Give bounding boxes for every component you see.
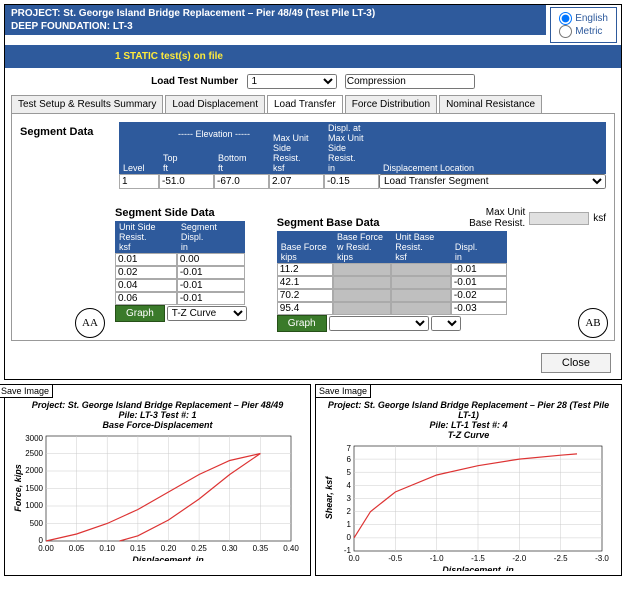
base-graph-select[interactable] <box>329 316 429 331</box>
tab-bar: Test Setup & Results Summary Load Displa… <box>5 95 621 113</box>
chart-right-plot: -101234567 0.0-0.5-1.0-1.5-2.0-2.5-3.0 D… <box>322 441 612 571</box>
svg-text:-3.0: -3.0 <box>595 554 609 563</box>
close-button[interactable]: Close <box>541 353 611 373</box>
svg-text:1000: 1000 <box>25 501 43 510</box>
svg-text:0.00: 0.00 <box>38 544 54 553</box>
top-header: PROJECT: St. George Island Bridge Replac… <box>5 5 621 45</box>
svg-text:0.30: 0.30 <box>222 544 238 553</box>
tab-nominal-resistance[interactable]: Nominal Resistance <box>439 95 542 113</box>
save-image-right[interactable]: Save Image <box>315 384 371 398</box>
base-graph-select-2[interactable] <box>431 316 461 331</box>
svg-text:500: 500 <box>30 519 44 528</box>
base-data-title: Segment Base Data <box>277 217 380 229</box>
svg-text:0.25: 0.25 <box>191 544 207 553</box>
svg-text:0.05: 0.05 <box>69 544 85 553</box>
svg-text:-2.5: -2.5 <box>554 554 568 563</box>
svg-text:6: 6 <box>347 455 352 464</box>
units-english[interactable]: English <box>559 12 608 25</box>
load-test-row: Load Test Number 1 <box>5 68 621 95</box>
load-test-label: Load Test Number <box>151 76 238 87</box>
svg-text:2: 2 <box>347 507 352 516</box>
segment-data-title: Segment Data <box>20 122 115 138</box>
chart-left-plot: 050010001500200025003000 0.000.050.100.1… <box>11 431 301 561</box>
units-metric[interactable]: Metric <box>559 25 608 38</box>
seg-location-select[interactable]: Load Transfer Segment <box>379 174 606 189</box>
svg-text:7: 7 <box>347 444 352 453</box>
base-data-table: Base Forcekips Base Force w Resid.kips U… <box>277 231 507 315</box>
chart-right-title: Project: St. George Island Bridge Replac… <box>322 401 615 441</box>
segment-row: Load Transfer Segment <box>119 174 606 189</box>
svg-text:0.35: 0.35 <box>253 544 269 553</box>
chart-left: Save Image Project: St. George Island Br… <box>4 384 311 576</box>
svg-text:0.20: 0.20 <box>161 544 177 553</box>
max-unit-base-resist: Max Unit Base Resist. ksf <box>465 207 606 229</box>
tab-test-setup[interactable]: Test Setup & Results Summary <box>11 95 163 113</box>
save-image-left[interactable]: Save Image <box>0 384 53 398</box>
svg-text:5: 5 <box>347 468 352 477</box>
max-unit-value <box>529 212 589 225</box>
svg-text:1500: 1500 <box>25 484 43 493</box>
load-test-type <box>345 74 475 89</box>
project-bar: PROJECT: St. George Island Bridge Replac… <box>5 5 546 35</box>
side-data-table: Unit Side Resist.ksf Segment Displ.in <box>115 221 245 305</box>
svg-text:3: 3 <box>347 494 352 503</box>
svg-text:3000: 3000 <box>25 434 43 443</box>
seg-displ[interactable] <box>324 174 379 189</box>
svg-text:2000: 2000 <box>25 466 43 475</box>
svg-text:-0.5: -0.5 <box>388 554 402 563</box>
svg-text:4: 4 <box>347 481 352 490</box>
close-row: Close <box>5 347 621 379</box>
svg-text:0.40: 0.40 <box>283 544 299 553</box>
base-graph-button[interactable]: Graph <box>277 315 327 332</box>
svg-text:Shear, ksf: Shear, ksf <box>324 475 334 519</box>
segment-data-section: Segment Data Level ----- Elevation -----… <box>20 122 606 189</box>
segment-side-data: Segment Side Data Unit Side Resist.ksf S… <box>115 207 247 332</box>
charts-row: Save Image Project: St. George Island Br… <box>4 384 622 576</box>
tab-load-displacement[interactable]: Load Displacement <box>165 95 265 113</box>
side-graph-select[interactable]: T-Z Curve <box>167 306 247 321</box>
svg-text:Displacement, in: Displacement, in <box>442 565 514 571</box>
svg-text:2500: 2500 <box>25 449 43 458</box>
seg-top[interactable] <box>159 174 214 189</box>
svg-text:Displacement, in: Displacement, in <box>132 555 204 561</box>
svg-text:0.10: 0.10 <box>99 544 115 553</box>
svg-text:Force, kips: Force, kips <box>13 464 23 512</box>
segment-base-data: Segment Base Data Max Unit Base Resist. … <box>277 207 606 332</box>
chart-right: Save Image Project: St. George Island Br… <box>315 384 622 576</box>
svg-text:0.15: 0.15 <box>130 544 146 553</box>
svg-text:-1.5: -1.5 <box>471 554 485 563</box>
seg-bottom[interactable] <box>214 174 269 189</box>
seg-level[interactable] <box>119 174 159 189</box>
tab-force-distribution[interactable]: Force Distribution <box>345 95 437 113</box>
svg-text:1: 1 <box>347 520 352 529</box>
marker-ab: AB <box>578 308 608 338</box>
side-graph-button[interactable]: Graph <box>115 305 165 322</box>
load-test-number-select[interactable]: 1 <box>247 74 337 89</box>
project-title: PROJECT: St. George Island Bridge Replac… <box>11 8 540 19</box>
svg-text:0: 0 <box>347 533 352 542</box>
foundation-title: DEEP FOUNDATION: LT-3 <box>11 21 540 32</box>
seg-max-resist[interactable] <box>269 174 324 189</box>
side-data-title: Segment Side Data <box>115 207 247 219</box>
main-window: PROJECT: St. George Island Bridge Replac… <box>4 4 622 380</box>
tab-load-transfer[interactable]: Load Transfer <box>267 95 343 113</box>
marker-aa: AA <box>75 308 105 338</box>
lower-data-row: Segment Side Data Unit Side Resist.ksf S… <box>20 207 606 332</box>
chart-left-title: Project: St. George Island Bridge Replac… <box>11 401 304 431</box>
svg-text:0.0: 0.0 <box>348 554 360 563</box>
load-transfer-panel: Segment Data Level ----- Elevation -----… <box>11 113 615 341</box>
svg-text:-1.0: -1.0 <box>430 554 444 563</box>
segment-data-table: Level ----- Elevation ----- Max Unit Sid… <box>119 122 606 189</box>
units-selector: English Metric <box>550 7 617 43</box>
svg-text:-2.0: -2.0 <box>512 554 526 563</box>
static-tests-bar: 1 STATIC test(s) on file <box>5 45 621 68</box>
